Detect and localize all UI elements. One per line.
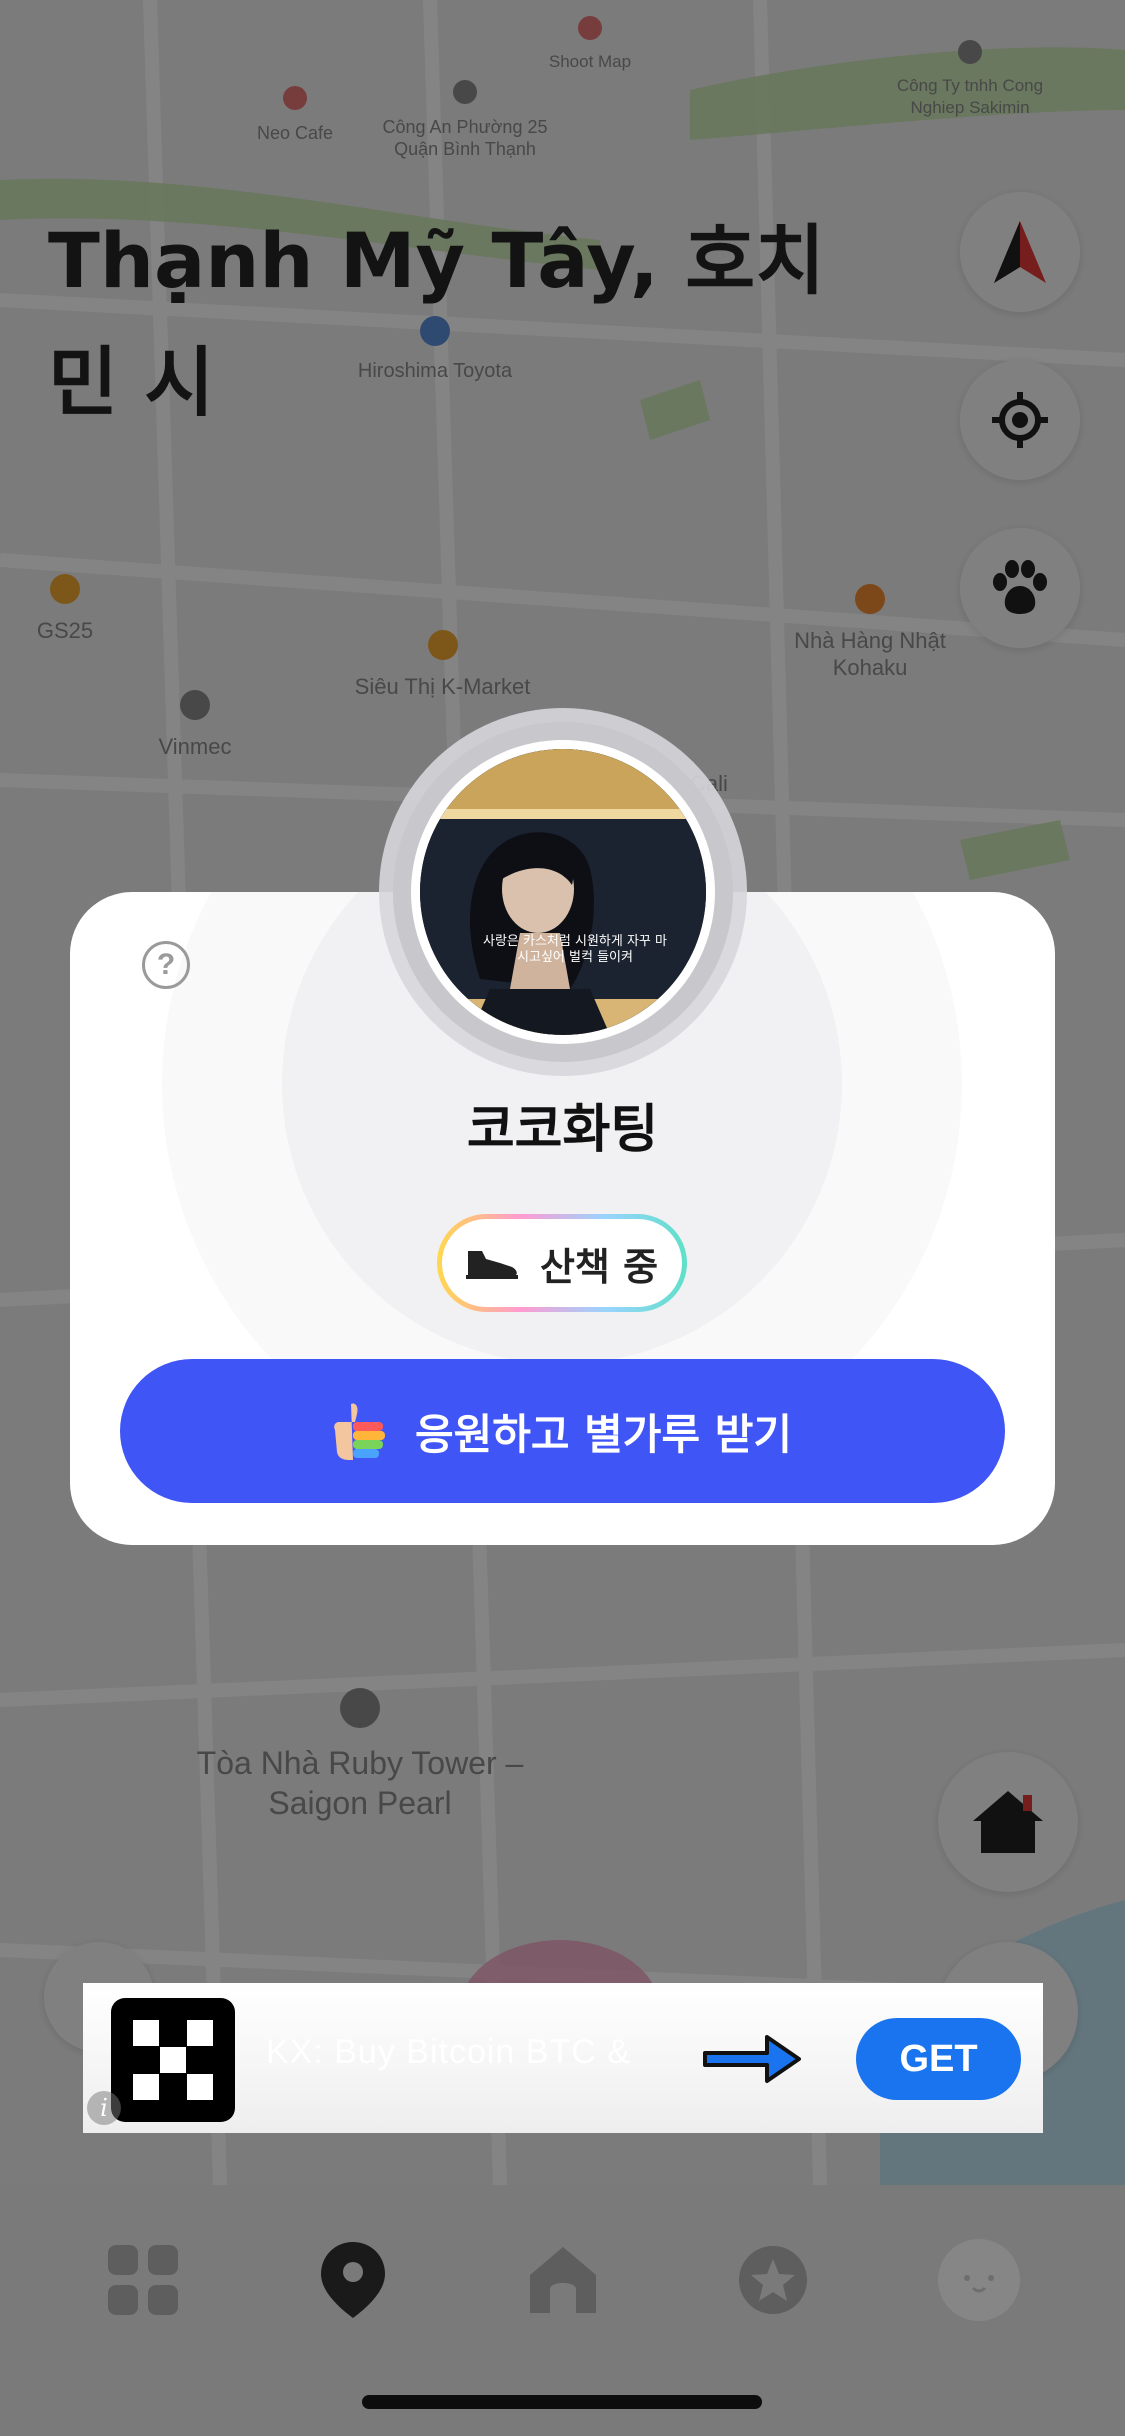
tab-badges[interactable] xyxy=(728,2235,818,2325)
tab-profile[interactable] xyxy=(934,2235,1024,2325)
photo-caption: 사랑은 카스처럼 시원하게 자꾸 마시고싶어 벌컥 들이켜 xyxy=(483,934,667,965)
app-icon[interactable] xyxy=(111,1998,235,2122)
tab-map[interactable] xyxy=(308,2235,398,2325)
status-badge: 산책 중 xyxy=(437,1214,687,1312)
map-pin-icon xyxy=(321,2242,385,2318)
help-icon[interactable]: ? xyxy=(142,941,190,989)
thumbs-up-icon xyxy=(334,1403,385,1460)
portrait-image xyxy=(420,749,706,1035)
dog-face-icon xyxy=(938,2239,1020,2321)
cheer-button[interactable]: 응원하고 별가루 받기 xyxy=(120,1359,1005,1503)
arrow-right-icon xyxy=(703,2035,801,2083)
cheer-button-label: 응원하고 별가루 받기 xyxy=(414,1409,792,1459)
tab-home[interactable] xyxy=(518,2235,608,2325)
avatar[interactable]: 사랑은 카스처럼 시원하게 자꾸 마시고싶어 벌컥 들이켜 xyxy=(393,722,733,1062)
user-name: 코코화팅 xyxy=(466,1100,659,1160)
grid-icon xyxy=(108,2245,178,2315)
status-label: 산책 중 xyxy=(539,1244,659,1289)
home-indicator xyxy=(362,2395,762,2409)
ad-info-icon[interactable]: i xyxy=(87,2091,121,2125)
banner-ad[interactable]: KX: Buy Bitcoin BTC & GET i xyxy=(83,1983,1043,2133)
ad-headline: KX: Buy Bitcoin BTC & xyxy=(266,2033,631,2071)
sneaker-icon xyxy=(465,1251,518,1279)
ad-get-button[interactable]: GET xyxy=(856,2018,1021,2100)
home-icon xyxy=(530,2247,596,2313)
avatar-photo: 사랑은 카스처럼 시원하게 자꾸 마시고싶어 벌컥 들이켜 xyxy=(420,749,706,1035)
star-badge-icon xyxy=(739,2246,807,2314)
checker-logo-icon xyxy=(133,2020,213,2100)
tab-feed[interactable] xyxy=(98,2235,188,2325)
